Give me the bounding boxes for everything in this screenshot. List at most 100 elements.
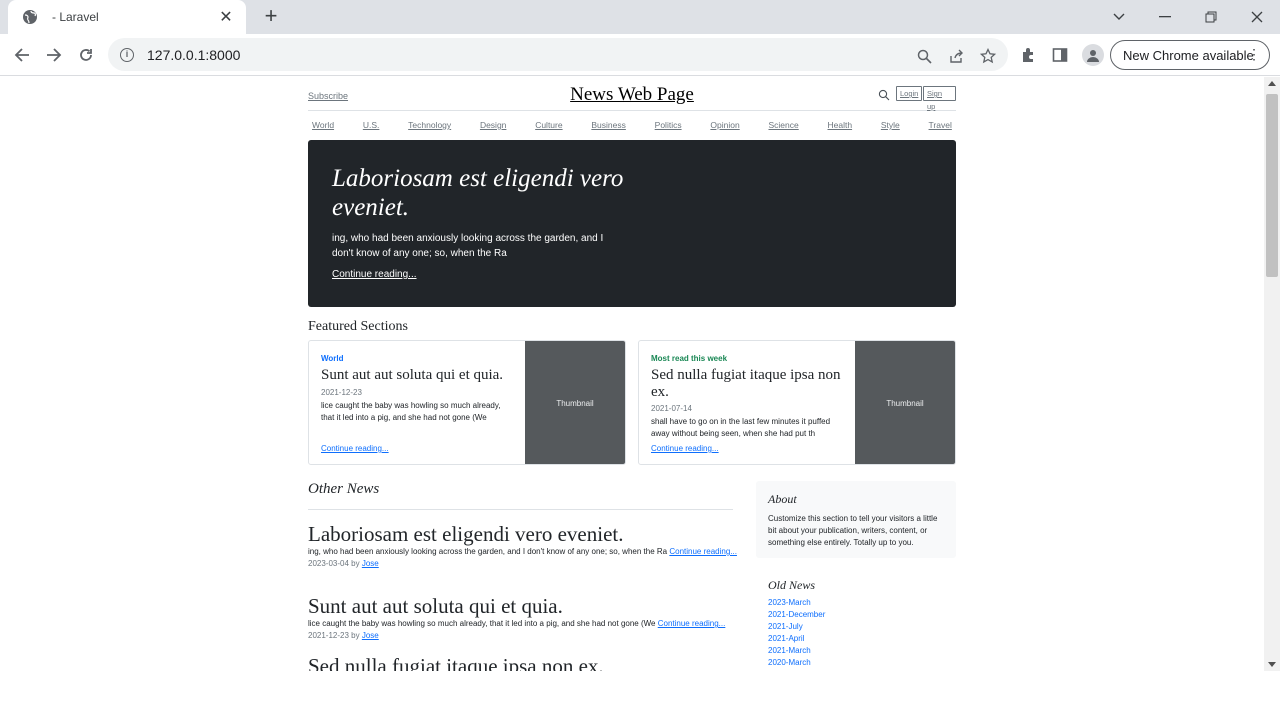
news-post: Laboriosam est eligendi vero eveniet. in… (308, 522, 738, 570)
post-continue-link[interactable]: Continue reading... (669, 547, 737, 556)
featured-card: World Sunt aut aut soluta qui et quia. 2… (308, 340, 626, 465)
about-box: About Customize this section to tell you… (756, 481, 956, 558)
restore-icon[interactable] (1188, 0, 1234, 34)
nav-item[interactable]: Travel (929, 120, 952, 130)
scroll-up-icon[interactable] (1268, 81, 1276, 86)
extensions-icon[interactable] (1015, 42, 1041, 68)
tab-strip: - Laravel ✕ + (0, 0, 1280, 34)
post-excerpt: lice caught the baby was howling so much… (308, 618, 738, 630)
card-excerpt: lice caught the baby was howling so much… (321, 401, 501, 422)
card-category: Most read this week (651, 354, 728, 363)
new-tab-icon[interactable]: + (258, 4, 284, 30)
address-bar[interactable]: i 127.0.0.1:8000 (108, 38, 1008, 71)
post-author-link[interactable]: Jose (362, 631, 379, 640)
nav-item[interactable]: U.S. (363, 120, 380, 130)
globe-icon (23, 10, 37, 24)
old-news: Old News 2023-March 2021-December 2021-J… (768, 578, 948, 669)
other-news-heading: Other News (308, 481, 380, 497)
tab-title: - Laravel (52, 10, 99, 24)
news-page: Subscribe News Web Page Login Sign up Wo… (308, 77, 956, 671)
old-news-heading: Old News (768, 578, 816, 592)
nav-item[interactable]: Health (828, 120, 853, 130)
news-post: Sed nulla fugiat itaque ipsa non ex. (308, 654, 738, 671)
card-title: Sed nulla fugiat itaque ipsa non ex. (651, 367, 841, 400)
nav-item[interactable]: Opinion (710, 120, 739, 130)
post-by: by (351, 559, 360, 568)
about-text: Customize this section to tell your visi… (768, 514, 938, 547)
menu-dots-icon[interactable]: ⋮ (1247, 46, 1261, 62)
hero-title: Laboriosam est eligendi vero eveniet. (332, 165, 624, 221)
search-icon[interactable] (878, 89, 890, 101)
post-continue-link[interactable]: Continue reading... (658, 619, 726, 628)
featured-card: Most read this week Sed nulla fugiat ita… (638, 340, 956, 465)
featured-heading: Featured Sections (308, 319, 408, 334)
site-header: Subscribe News Web Page Login Sign up (308, 77, 956, 111)
post-meta: 2023-03-04 by Jose (308, 558, 738, 570)
forward-icon[interactable] (41, 42, 67, 68)
card-date: 2021-07-14 (651, 404, 692, 413)
card-title: Sunt aut aut soluta qui et quia. (321, 367, 504, 383)
nav-item[interactable]: Science (768, 120, 798, 130)
post-title[interactable]: Sunt aut aut soluta qui et quia. (308, 594, 738, 618)
page-scrollbar[interactable] (1264, 77, 1280, 671)
tab-close-icon[interactable]: ✕ (216, 7, 236, 27)
nav-item[interactable]: Business (591, 120, 626, 130)
card-date: 2021-12-23 (321, 388, 362, 397)
hero-continue-link[interactable]: Continue reading... (332, 269, 417, 280)
post-by: by (351, 631, 360, 640)
signup-button[interactable]: Sign up (923, 86, 956, 111)
nav-item[interactable]: World (312, 120, 334, 130)
browser-tab[interactable]: - Laravel ✕ (8, 0, 246, 34)
profile-avatar-icon[interactable] (1082, 44, 1104, 66)
old-news-list: 2023-March 2021-December 2021-July 2021-… (768, 597, 948, 669)
url-text: 127.0.0.1:8000 (147, 46, 241, 63)
card-continue-link[interactable]: Continue reading... (651, 444, 719, 453)
reload-icon[interactable] (73, 42, 99, 68)
scrollbar-thumb[interactable] (1266, 94, 1278, 277)
about-heading: About (768, 492, 797, 506)
nav-item[interactable]: Design (480, 120, 506, 130)
page-viewport: Subscribe News Web Page Login Sign up Wo… (0, 77, 1264, 671)
archive-link[interactable]: 2021-April (768, 633, 948, 645)
archive-link[interactable]: 2023-March (768, 597, 948, 609)
card-excerpt: shall have to go on in the last few minu… (651, 417, 831, 438)
post-meta: 2021-12-23 by Jose (308, 630, 738, 642)
card-category: World (321, 354, 344, 363)
zoom-icon[interactable] (914, 46, 934, 66)
back-icon[interactable] (9, 42, 35, 68)
archive-link[interactable]: 2021-December (768, 609, 948, 621)
nav-item[interactable]: Politics (655, 120, 682, 130)
login-button[interactable]: Login (896, 86, 923, 101)
window-close-icon[interactable] (1234, 0, 1280, 34)
post-title[interactable]: Laboriosam est eligendi vero eveniet. (308, 522, 738, 546)
news-post: Sunt aut aut soluta qui et quia. lice ca… (308, 594, 738, 642)
post-date: 2023-03-04 (308, 559, 349, 568)
nav-item[interactable]: Culture (535, 120, 562, 130)
card-thumbnail: Thumbnail (525, 341, 625, 464)
chrome-update-label: New Chrome available (1123, 47, 1254, 63)
post-title[interactable]: Sed nulla fugiat itaque ipsa non ex. (308, 654, 738, 671)
nav-item[interactable]: Technology (408, 120, 451, 130)
window-bottom (0, 671, 1280, 720)
archive-link[interactable]: 2020-March (768, 657, 948, 669)
post-author-link[interactable]: Jose (362, 559, 379, 568)
divider (308, 509, 733, 510)
card-continue-link[interactable]: Continue reading... (321, 444, 389, 453)
site-brand[interactable]: News Web Page (308, 84, 956, 106)
site-info-icon[interactable]: i (120, 47, 134, 62)
hero-banner: Laboriosam est eligendi vero eveniet. in… (308, 140, 956, 307)
browser-toolbar: i 127.0.0.1:8000 New Chrome available ⋮ (0, 34, 1280, 76)
post-excerpt-text: lice caught the baby was howling so much… (308, 619, 656, 628)
archive-link[interactable]: 2021-March (768, 645, 948, 657)
tab-search-icon[interactable] (1096, 0, 1142, 34)
bookmark-star-icon[interactable] (978, 46, 998, 66)
scroll-down-icon[interactable] (1268, 662, 1276, 667)
post-date: 2021-12-23 (308, 631, 349, 640)
minimize-icon[interactable] (1142, 0, 1188, 34)
archive-link[interactable]: 2021-July (768, 621, 948, 633)
post-excerpt: ing, who had been anxiously looking acro… (308, 546, 738, 558)
nav-item[interactable]: Style (881, 120, 900, 130)
side-panel-icon[interactable] (1047, 42, 1073, 68)
chrome-update-button[interactable]: New Chrome available ⋮ (1110, 40, 1270, 70)
share-icon[interactable] (946, 46, 966, 66)
